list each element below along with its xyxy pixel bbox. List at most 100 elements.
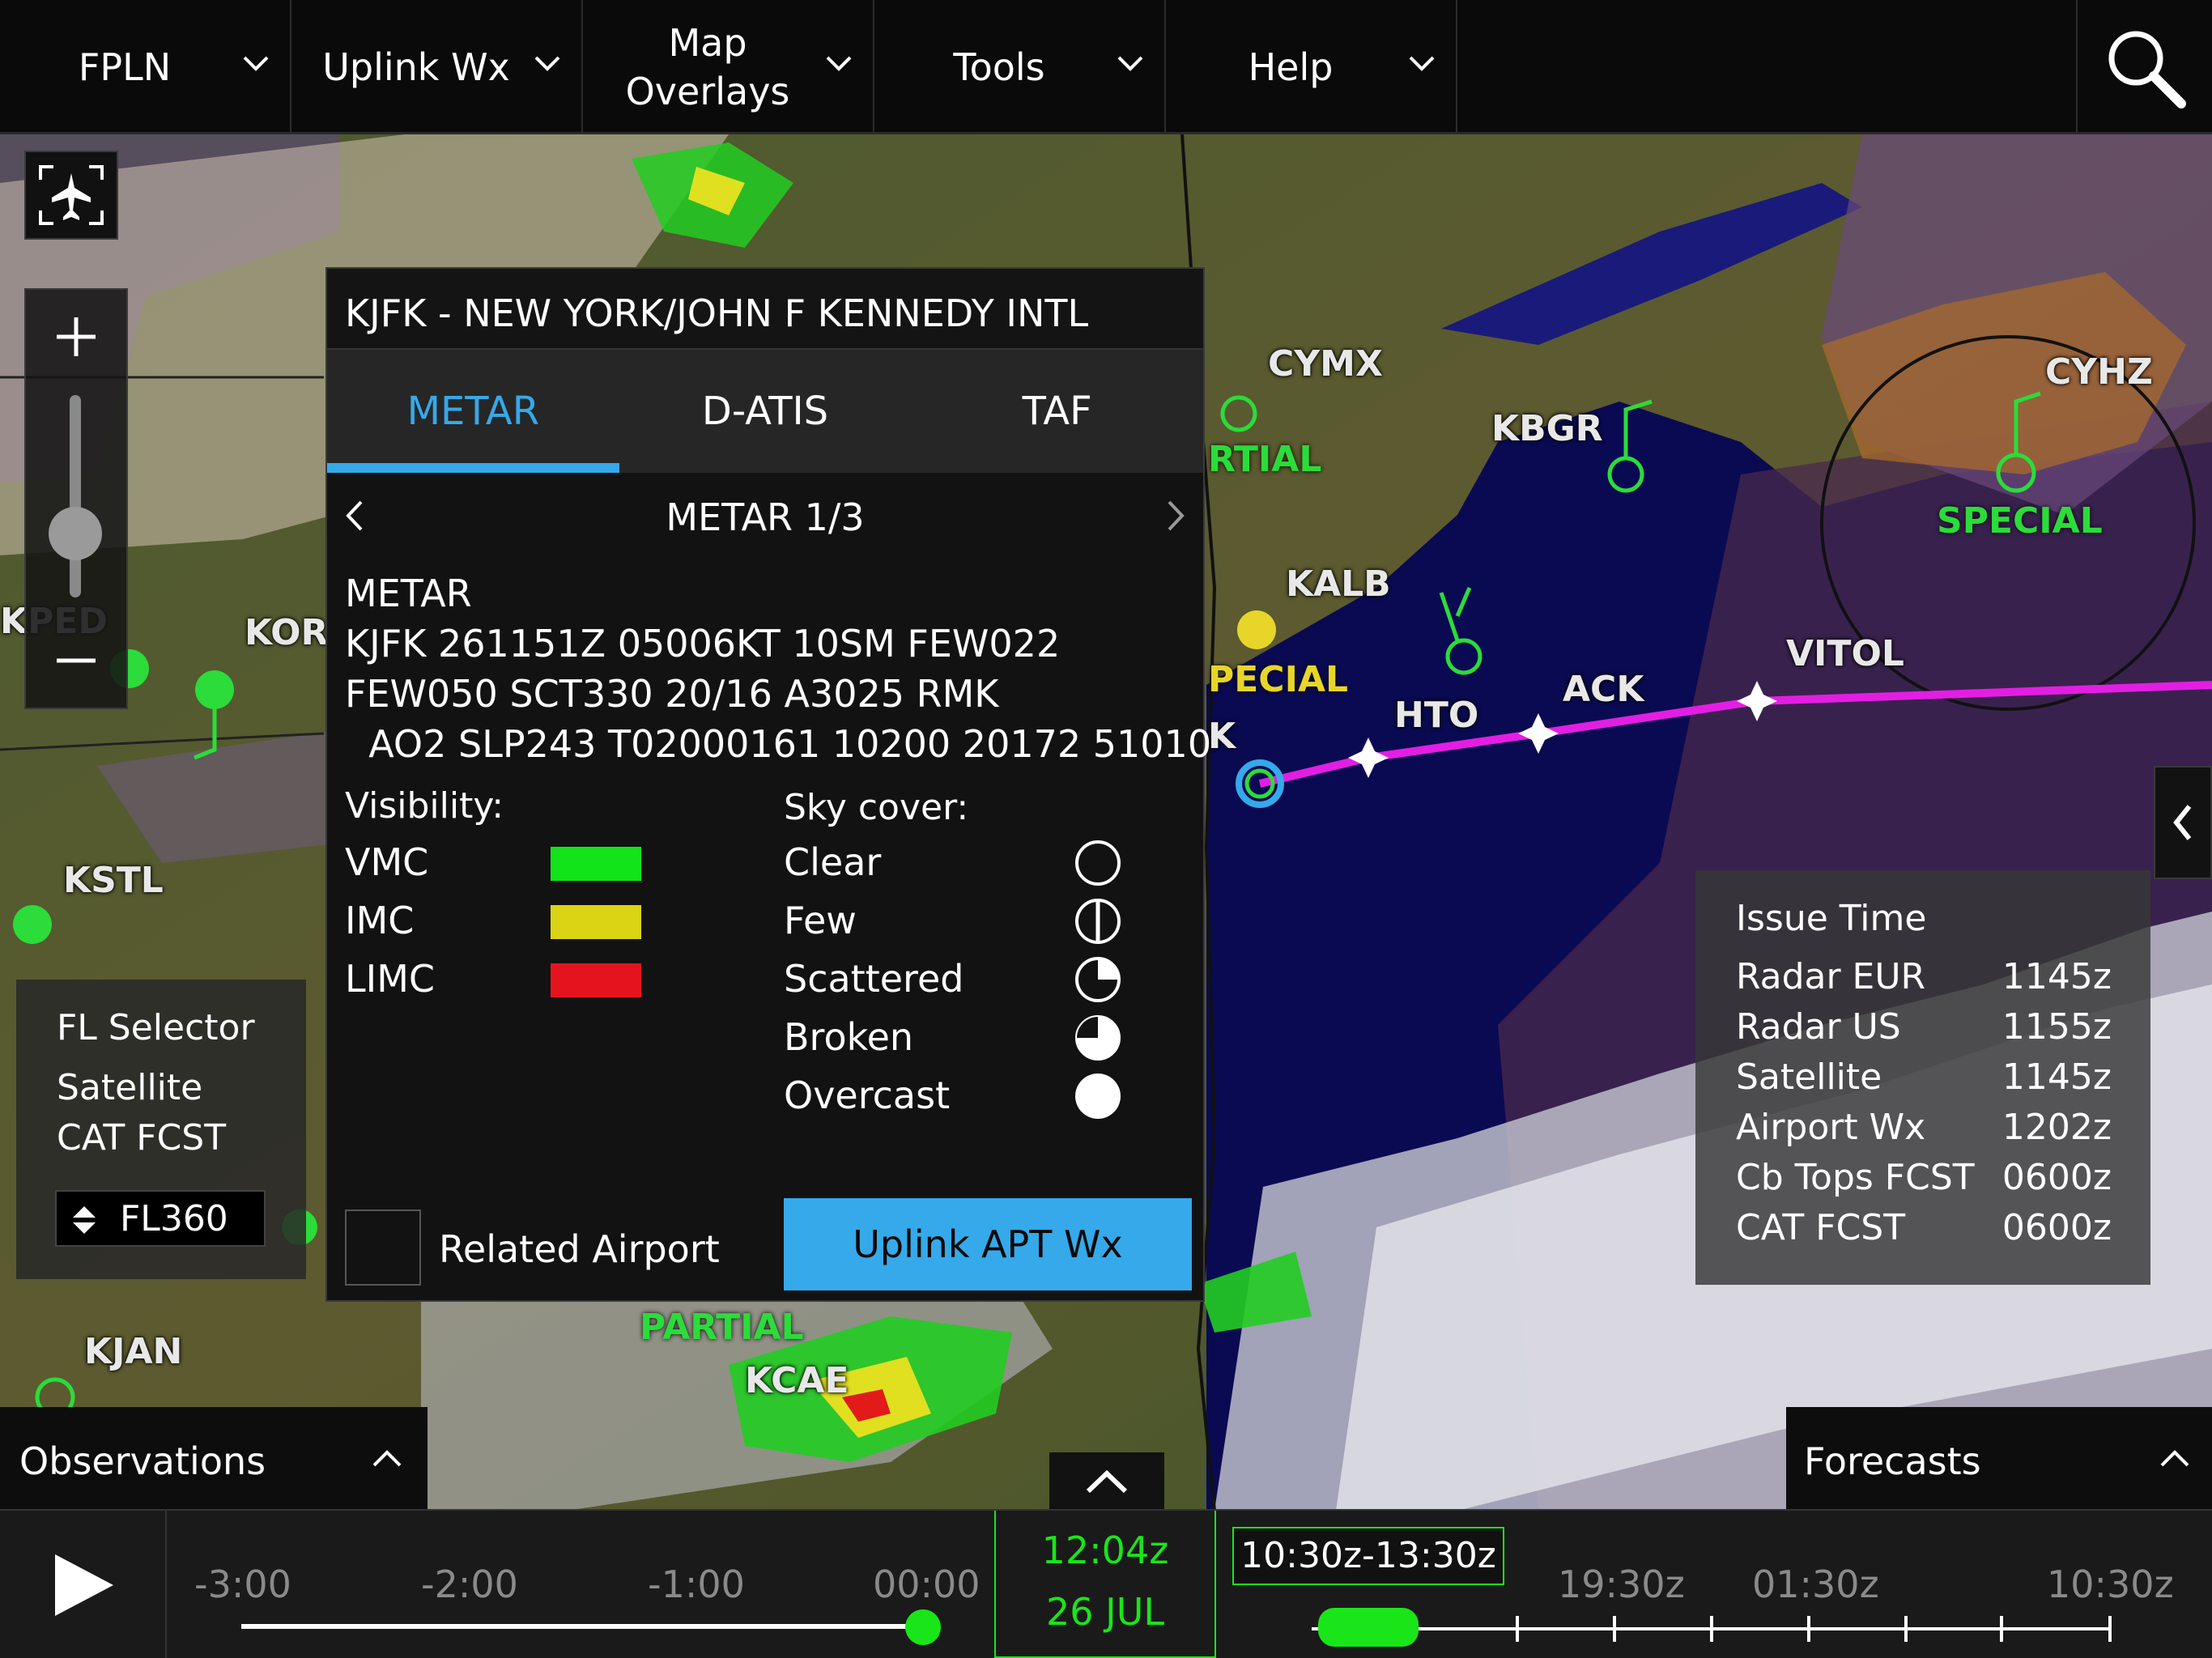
status-label: SPECIAL [1937,500,2103,542]
waypoint-label: KOR [245,612,329,653]
next-arrow-icon[interactable] [1159,495,1192,536]
zoom-out-button[interactable] [26,614,126,708]
sky-scattered-icon [1075,957,1121,1002]
issue-row-value: 1202z [2001,1107,2112,1148]
sky-cover-label: Clear [784,840,882,884]
observations-label: Observations [19,1439,266,1483]
up-down-arrows-icon [73,1206,96,1234]
issue-row-label: CAT FCST [1736,1207,1906,1248]
search-button[interactable] [2076,0,2212,134]
vmc-swatch [551,847,641,881]
metar-line: AO2 SLP243 T02000161 10200 20172 51010 [345,722,1212,766]
visibility-label: IMC [345,899,415,942]
sky-cover-heading: Sky cover: [784,787,969,828]
timeline-bar: -3:00 -2:00 -1:00 00:00 12:04z 26 JUL 10… [0,1509,2212,1658]
fl-selector-heading: FL Selector [57,1007,255,1048]
observations-panel[interactable]: Observations [0,1407,428,1512]
visibility-label: LIMC [345,957,436,1001]
fl-selector-stepper[interactable]: FL360 [55,1190,266,1247]
past-tick-label: -3:00 [194,1562,291,1606]
menu-label: FPLN [78,45,172,89]
menu-label: Uplink Wx [322,45,510,89]
future-tick-label: 01:30z [1752,1562,1879,1606]
forecast-timeline-ruler[interactable] [1312,1605,2121,1653]
chevron-down-icon [243,56,269,71]
tab-taf[interactable]: TAF [911,350,1203,473]
waypoint-label: CYHZ [2045,351,2153,393]
chevron-down-icon [1409,56,1435,71]
issue-row-value: 1145z [2001,956,2112,997]
past-timeline-track[interactable] [241,1624,921,1629]
forecast-timeline-handle[interactable] [1318,1608,1419,1647]
sky-cover-label: Scattered [784,957,964,1001]
future-tick-label: 19:30z [1558,1562,1685,1606]
menu-help[interactable]: Help [1166,0,1457,134]
menu-label: Tools [953,45,1045,89]
sky-clear-icon [1075,840,1121,886]
waypoint-label: KJAN [84,1331,183,1372]
waypoint-label: KBGR [1491,408,1603,449]
uplink-apt-wx-button[interactable]: Uplink APT Wx [784,1198,1192,1290]
waypoint-label: KSTL [63,860,164,901]
menu-tools[interactable]: Tools [874,0,1166,134]
menu-map-overlays[interactable]: Map Overlays [583,0,874,134]
tab-metar[interactable]: METAR [327,350,619,473]
forecast-window: 10:30z-13:30z [1232,1527,1504,1585]
sky-cover-label: Broken [784,1015,914,1059]
status-label: PECIAL [1208,659,1349,700]
issue-row-value: 0600z [2001,1207,2112,1248]
minus-icon [57,658,96,663]
sky-few-icon [1075,899,1121,944]
popup-tabs: METAR D-ATIS TAF [327,350,1203,473]
forecasts-panel[interactable]: Forecasts [1786,1407,2212,1512]
fl-selector-value: FL360 [120,1198,228,1239]
timeline-expand-button[interactable] [1049,1452,1164,1511]
waypoint-label: K [1208,716,1236,757]
status-label: RTIAL [1208,439,1322,480]
issue-row-label: Cb Tops FCST [1736,1157,1975,1198]
play-icon [55,1554,113,1616]
metar-pager: METAR 1/3 [327,475,1203,548]
issue-row-value: 1145z [2001,1056,2112,1098]
menu-uplink-wx[interactable]: Uplink Wx [291,0,583,134]
zoom-slider-handle[interactable] [49,507,102,560]
sky-overcast-icon [1075,1073,1121,1119]
issue-row-label: Airport Wx [1736,1107,1926,1148]
right-panel-toggle[interactable] [2154,766,2212,879]
menu-label: Map Overlays [625,21,790,113]
forecasts-label: Forecasts [1804,1439,1981,1483]
page-indicator: METAR 1/3 [666,495,865,539]
airport-weather-popup: KJFK - NEW YORK/JOHN F KENNEDY INTL META… [325,267,1211,1302]
current-time-box: 12:04z 26 JUL [994,1511,1216,1658]
chevron-left-icon [2173,805,2192,840]
tab-d-atis[interactable]: D-ATIS [619,350,912,473]
fl-selector-panel: FL Selector Satellite CAT FCST FL360 [16,980,306,1279]
issue-time-panel: Issue Time Radar EUR 1145z Radar US 1155… [1695,870,2150,1285]
status-label: PARTIAL [640,1307,804,1348]
issue-row-value: 1155z [2001,1006,2112,1048]
previous-arrow-icon[interactable] [338,495,371,536]
future-tick-label: 10:30z [2047,1562,2174,1606]
top-menu-bar: FPLN Uplink Wx Map Overlays Tools Help [0,0,2212,134]
metar-line: KJFK 261151Z 05006KT 10SM FEW022 [345,622,1061,665]
waypoint-label: HTO [1394,695,1479,736]
past-timeline-handle[interactable] [905,1609,941,1645]
issue-row-value: 0600z [2001,1157,2112,1198]
menu-label: Help [1248,45,1334,89]
search-icon [2108,31,2186,108]
plus-icon [57,317,96,356]
zoom-in-button[interactable] [26,290,126,384]
chevron-down-icon [534,56,560,71]
past-tick-label: 00:00 [873,1562,981,1606]
zoom-slider-track[interactable] [70,395,81,597]
issue-row-label: Radar EUR [1736,956,1926,997]
play-button[interactable] [0,1511,167,1658]
past-tick-label: -1:00 [648,1562,745,1606]
center-aircraft-button[interactable] [24,151,118,240]
related-airport-checkbox[interactable] [345,1209,421,1286]
related-airport-label: Related Airport [439,1227,720,1271]
sky-cover-label: Few [784,899,857,942]
waypoint-label: ACK [1563,669,1644,710]
chevron-down-icon [1117,56,1143,71]
menu-fpln[interactable]: FPLN [0,0,291,134]
